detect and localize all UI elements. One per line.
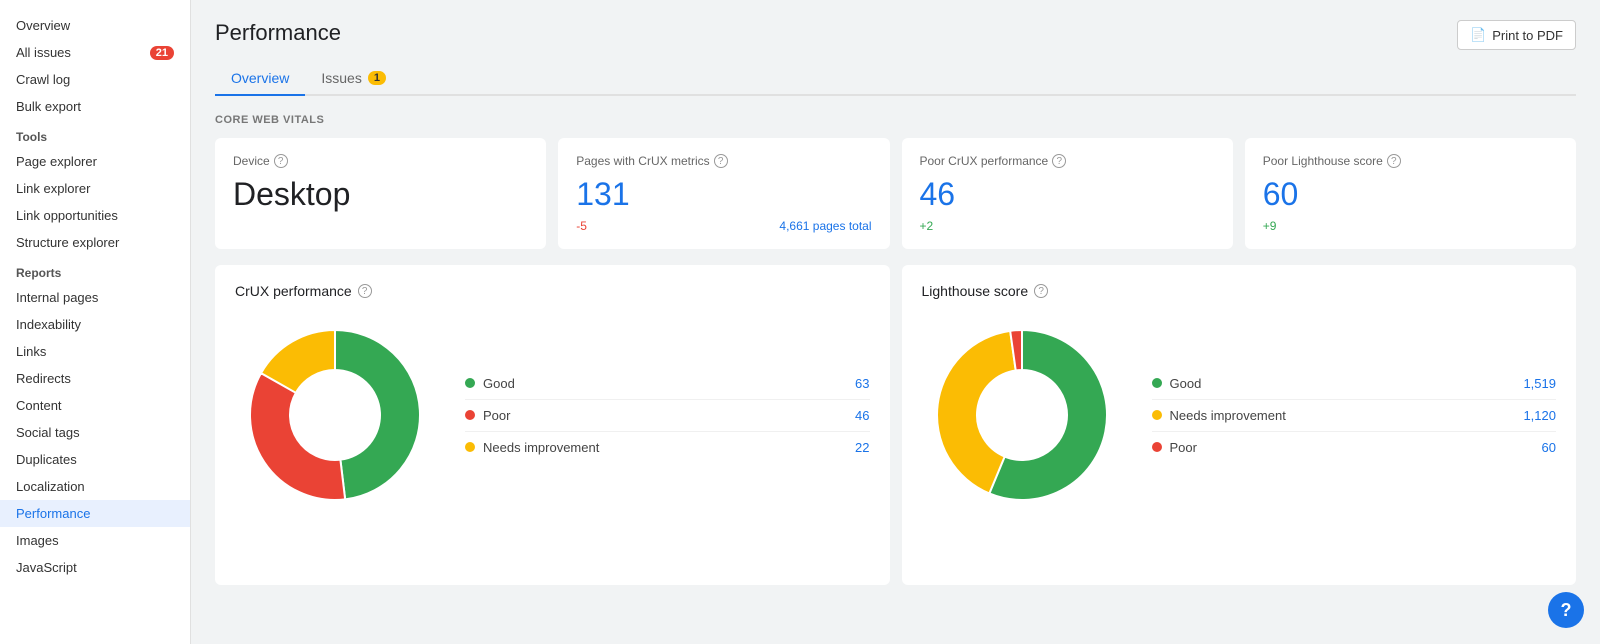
sidebar-item-link-opportunities[interactable]: Link opportunities [0,202,190,229]
crux-metrics-label: Pages with CrUX metrics ? [576,154,871,168]
tab-issues[interactable]: Issues 1 [305,62,402,96]
lighthouse-legend: Good 1,519 Needs improvement 1,120 Poor … [1152,368,1557,463]
poor-lighthouse-label: Poor Lighthouse score ? [1263,154,1558,168]
sidebar-item-javascript[interactable]: JavaScript [0,554,190,581]
sidebar-item-overview[interactable]: Overview [0,12,190,39]
poor-lighthouse-info-icon[interactable]: ? [1387,154,1401,168]
lighthouse-chart-card: Lighthouse score ? Good 1,519 Need [902,265,1577,585]
crux-ni-dot [465,442,475,452]
poor-crux-card: Poor CrUX performance ? 46 +2 [902,138,1233,249]
tools-section-label: Tools [0,120,190,148]
crux-donut-hole [300,380,370,450]
sidebar-item-indexability[interactable]: Indexability [0,311,190,338]
all-issues-badge: 21 [150,46,174,60]
lighthouse-good-dot [1152,378,1162,388]
crux-metrics-info-icon[interactable]: ? [714,154,728,168]
sidebar: Overview All issues 21 Crawl log Bulk ex… [0,0,191,644]
crux-chart-title: CrUX performance ? [235,283,870,299]
sidebar-item-duplicates[interactable]: Duplicates [0,446,190,473]
device-value: Desktop [233,176,528,213]
lighthouse-legend-ni: Needs improvement 1,120 [1152,400,1557,432]
lighthouse-donut [922,315,1122,515]
device-info-icon[interactable]: ? [274,154,288,168]
crux-metrics-value: 131 [576,176,871,213]
poor-crux-delta: +2 [920,219,934,233]
poor-lighthouse-value: 60 [1263,176,1558,213]
lighthouse-legend-good: Good 1,519 [1152,368,1557,400]
lighthouse-poor-dot [1152,442,1162,452]
issues-tab-badge: 1 [368,71,386,85]
crux-chart-info-icon[interactable]: ? [358,284,372,298]
reports-section-label: Reports [0,256,190,284]
crux-legend-good: Good 63 [465,368,870,400]
sidebar-item-images[interactable]: Images [0,527,190,554]
poor-crux-value: 46 [920,176,1215,213]
crux-metrics-card: Pages with CrUX metrics ? 131 -5 4,661 p… [558,138,889,249]
crux-chart-body: Good 63 Poor 46 Needs improvement 22 [235,315,870,515]
crux-donut [235,315,435,515]
crux-legend-poor: Poor 46 [465,400,870,432]
tab-overview[interactable]: Overview [215,62,305,96]
help-button[interactable]: ? [1548,592,1584,628]
crux-poor-dot [465,410,475,420]
print-icon: 📄 [1470,27,1486,43]
sidebar-item-performance[interactable]: Performance [0,500,190,527]
sidebar-item-page-explorer[interactable]: Page explorer [0,148,190,175]
sidebar-item-content[interactable]: Content [0,392,190,419]
sidebar-item-crawl-log[interactable]: Crawl log [0,66,190,93]
crux-metrics-delta: -5 [576,219,587,233]
sidebar-item-bulk-export[interactable]: Bulk export [0,93,190,120]
device-card: Device ? Desktop [215,138,546,249]
lighthouse-ni-dot [1152,410,1162,420]
crux-legend-ni: Needs improvement 22 [465,432,870,463]
charts-row: CrUX performance ? Good 63 Poor [215,265,1576,585]
sidebar-item-link-explorer[interactable]: Link explorer [0,175,190,202]
crux-good-dot [465,378,475,388]
page-title: Performance [215,20,341,46]
lighthouse-chart-body: Good 1,519 Needs improvement 1,120 Poor … [922,315,1557,515]
metric-cards-row: Device ? Desktop Pages with CrUX metrics… [215,138,1576,249]
crux-metrics-total[interactable]: 4,661 pages total [779,219,871,233]
print-button[interactable]: 📄 Print to PDF [1457,20,1576,50]
poor-lighthouse-card: Poor Lighthouse score ? 60 +9 [1245,138,1576,249]
sidebar-item-structure-explorer[interactable]: Structure explorer [0,229,190,256]
sidebar-item-social-tags[interactable]: Social tags [0,419,190,446]
sidebar-item-internal-pages[interactable]: Internal pages [0,284,190,311]
poor-lighthouse-delta: +9 [1263,219,1277,233]
poor-crux-label: Poor CrUX performance ? [920,154,1215,168]
lighthouse-donut-hole [987,380,1057,450]
lighthouse-legend-poor: Poor 60 [1152,432,1557,463]
core-web-vitals-label: CORE WEB VITALS [215,114,1576,126]
sidebar-item-redirects[interactable]: Redirects [0,365,190,392]
lighthouse-chart-title: Lighthouse score ? [922,283,1557,299]
main-content: Performance 📄 Print to PDF Overview Issu… [191,0,1600,644]
poor-crux-info-icon[interactable]: ? [1052,154,1066,168]
device-label: Device ? [233,154,528,168]
sidebar-item-links[interactable]: Links [0,338,190,365]
lighthouse-chart-info-icon[interactable]: ? [1034,284,1048,298]
sidebar-item-all-issues[interactable]: All issues 21 [0,39,190,66]
tabs-bar: Overview Issues 1 [215,62,1576,96]
sidebar-item-localization[interactable]: Localization [0,473,190,500]
crux-chart-card: CrUX performance ? Good 63 Poor [215,265,890,585]
crux-legend: Good 63 Poor 46 Needs improvement 22 [465,368,870,463]
